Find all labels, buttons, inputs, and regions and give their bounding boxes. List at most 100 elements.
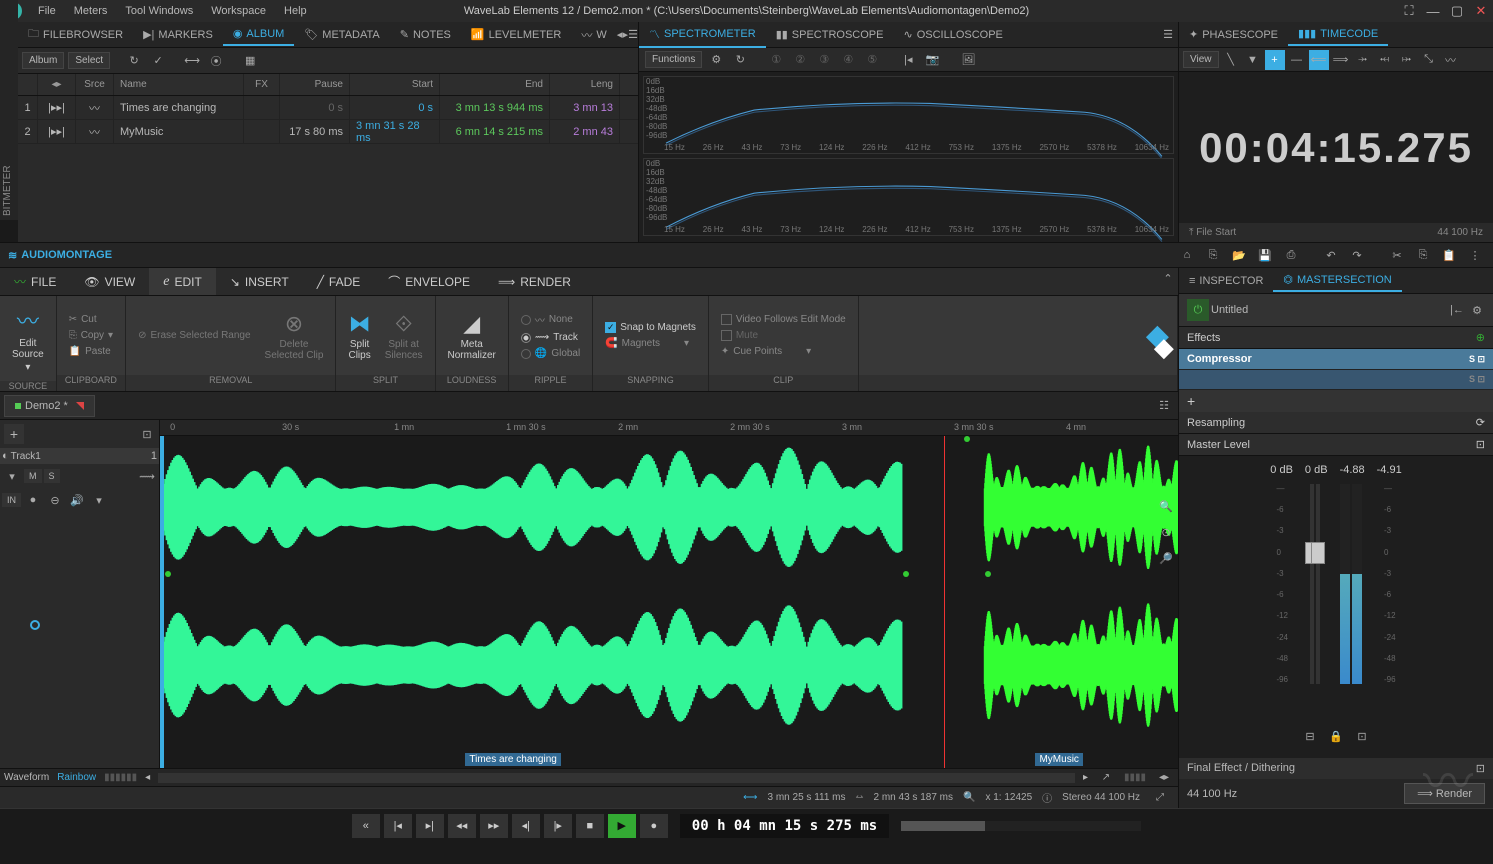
home-icon[interactable]: ⌂ (1177, 245, 1197, 265)
functions-button[interactable]: Functions (645, 51, 702, 68)
resampling-header[interactable]: Resampling (1187, 417, 1245, 429)
track-marker-icon[interactable] (30, 620, 40, 630)
view-button[interactable]: View (1183, 51, 1219, 68)
menu-file[interactable]: File (30, 2, 64, 20)
cue-points-button[interactable]: ✦Cue Points▾ (717, 344, 850, 359)
snap2-icon[interactable]: ⤟ (1375, 50, 1395, 70)
preset3-icon[interactable]: ③ (814, 50, 834, 70)
prev-marker-button[interactable]: ◂| (512, 814, 540, 838)
power-button[interactable]: ⏻ (1187, 299, 1209, 321)
check-icon[interactable]: ✓ (148, 51, 168, 71)
image-icon[interactable]: 🖼 (958, 50, 978, 70)
speaker-icon[interactable]: 🔊 (67, 490, 87, 510)
record-icon[interactable]: ● (23, 490, 43, 510)
lock-icon[interactable]: 🔒 (1326, 726, 1346, 746)
tab-notes[interactable]: ✎NOTES (390, 24, 461, 45)
effect-slot-compressor[interactable]: CompressorS ⊡ (1179, 349, 1493, 370)
col-end[interactable]: End (440, 74, 550, 95)
snap3-icon[interactable]: ⤠ (1397, 50, 1417, 70)
fullscreen-icon[interactable]: ⛶ (1401, 3, 1417, 19)
next-marker-button[interactable]: |▸ (544, 814, 572, 838)
tab-mastersection[interactable]: ⏣MASTERSECTION (1273, 269, 1401, 292)
rtab-fade[interactable]: ╱FADE (303, 268, 375, 295)
tab-phasescope[interactable]: ✦PHASESCOPE (1179, 24, 1288, 45)
tab-timecode[interactable]: ▮▮▮TIMECODE (1288, 23, 1388, 46)
load-preset-icon[interactable]: |← (1447, 300, 1467, 320)
rewind-icon[interactable]: |◂ (898, 50, 918, 70)
loop-button[interactable]: « (352, 814, 380, 838)
col-srce[interactable]: Srce (76, 74, 114, 95)
record-button[interactable]: ● (640, 814, 668, 838)
split-clips-button[interactable]: ⧓Split Clips (344, 307, 374, 365)
waveform-mode-button[interactable]: Waveform (4, 772, 49, 783)
col-length[interactable]: Leng (550, 74, 620, 95)
stop-button[interactable]: ■ (576, 814, 604, 838)
hscroll-right-icon[interactable]: ▸ (1083, 772, 1088, 783)
saveas-icon[interactable]: ⎙ (1281, 245, 1301, 265)
edit-source-button[interactable]: 〰Edit Source▾ (8, 300, 48, 377)
resampling-toggle-icon[interactable]: ⟳ (1476, 416, 1485, 429)
clip-start-handle[interactable] (160, 436, 164, 768)
solo-button[interactable]: S (44, 469, 60, 483)
menu-icon[interactable]: ☰ (1158, 25, 1178, 45)
hscroll-left-icon[interactable]: ◂ (145, 772, 150, 783)
track-name[interactable]: Track1 (11, 451, 41, 462)
album-button[interactable]: Album (22, 52, 64, 69)
ripple-global-radio[interactable]: 🌐Global (517, 346, 584, 361)
table-row[interactable]: 1 |▸▸| 〰 Times are changing 0 s 0 s 3 mn… (18, 96, 638, 120)
rewind-button[interactable]: ◂◂ (448, 814, 476, 838)
rtab-view[interactable]: 👁VIEW (70, 268, 149, 295)
redo-icon[interactable]: ↷ (1347, 245, 1367, 265)
gear-icon[interactable]: ⚙ (1467, 300, 1487, 320)
rtab-edit[interactable]: eEDIT (149, 268, 216, 295)
final-effect-header[interactable]: Final Effect / Dithering (1187, 762, 1295, 775)
copy-button[interactable]: ⎘Copy▾ (65, 328, 117, 343)
forward-button[interactable]: ▸▸ (480, 814, 508, 838)
ripple-track-radio[interactable]: ⟿Track (517, 330, 584, 345)
clip-label[interactable]: MyMusic (1035, 753, 1082, 766)
preset4-icon[interactable]: ④ (838, 50, 858, 70)
line-icon[interactable]: ╲ (1221, 50, 1241, 70)
snap4-icon[interactable]: ⤡ (1419, 50, 1439, 70)
cut-button[interactable]: ✂Cut (65, 312, 117, 327)
erase-button[interactable]: ⊘Erase Selected Range (134, 328, 254, 343)
menu-icon[interactable]: ☰ (628, 25, 638, 45)
tab-spectroscope[interactable]: ▮▮SPECTROSCOPE (766, 24, 894, 45)
add-slot-button[interactable]: + (1179, 390, 1493, 412)
tab-filebrowser[interactable]: 🗀FILEBROWSER (18, 21, 133, 48)
col-name[interactable]: Name (114, 74, 244, 95)
effects-header[interactable]: Effects (1187, 332, 1220, 344)
bitmeter-tab[interactable]: BITMETER (0, 0, 18, 220)
rainbow-mode-button[interactable]: Rainbow (57, 772, 96, 783)
minus-icon[interactable]: — (1287, 50, 1307, 70)
share-icon[interactable]: ↗ (1096, 768, 1116, 788)
zoom-bar-icon[interactable]: ◂▸ (1154, 768, 1174, 788)
col-start[interactable]: Start (350, 74, 440, 95)
copy-icon[interactable]: ⎘ (1413, 245, 1433, 265)
play-track-icon[interactable]: |▸▸| (48, 101, 65, 114)
close-icon[interactable]: ✕ (1473, 3, 1489, 19)
gear-icon[interactable]: ⚙ (706, 50, 726, 70)
effect-slot-empty[interactable]: S ⊡ (1179, 370, 1493, 390)
waveform-canvas[interactable]: 0 30 s 1 mn 1 mn 30 s 2 mn 2 mn 30 s 3 m… (160, 420, 1178, 768)
rtab-file[interactable]: 〰FILE (0, 268, 70, 295)
horizontal-scrollbar[interactable] (158, 773, 1075, 783)
paste-button[interactable]: 📋Paste (65, 344, 117, 359)
document-tab[interactable]: Demo2 * (4, 395, 95, 417)
select-button[interactable]: Select (68, 52, 110, 69)
preset5-icon[interactable]: ⑤ (862, 50, 882, 70)
menu-tool-windows[interactable]: Tool Windows (117, 2, 201, 20)
wave-edit-icon[interactable]: 〰 (1441, 50, 1461, 70)
transport-time[interactable]: 00 h 04 mn 15 s 275 ms (680, 814, 889, 838)
range-start-icon[interactable]: ⟸ (1309, 50, 1329, 70)
undo-icon[interactable]: ↶ (1321, 245, 1341, 265)
refresh-icon[interactable]: ↻ (730, 50, 750, 70)
master-level-header[interactable]: Master Level (1187, 439, 1250, 451)
playhead[interactable] (944, 436, 945, 768)
tab-oscilloscope[interactable]: ∿OSCILLOSCOPE (893, 24, 1012, 45)
monitor-off-icon[interactable]: ⊖ (45, 490, 65, 510)
split-silences-button[interactable]: ⟐Split at Silences (381, 307, 427, 365)
cursor-icon[interactable]: ▼ (1243, 50, 1263, 70)
col-pause[interactable]: Pause (280, 74, 350, 95)
level-toggle-icon[interactable]: ⊡ (1476, 438, 1485, 451)
